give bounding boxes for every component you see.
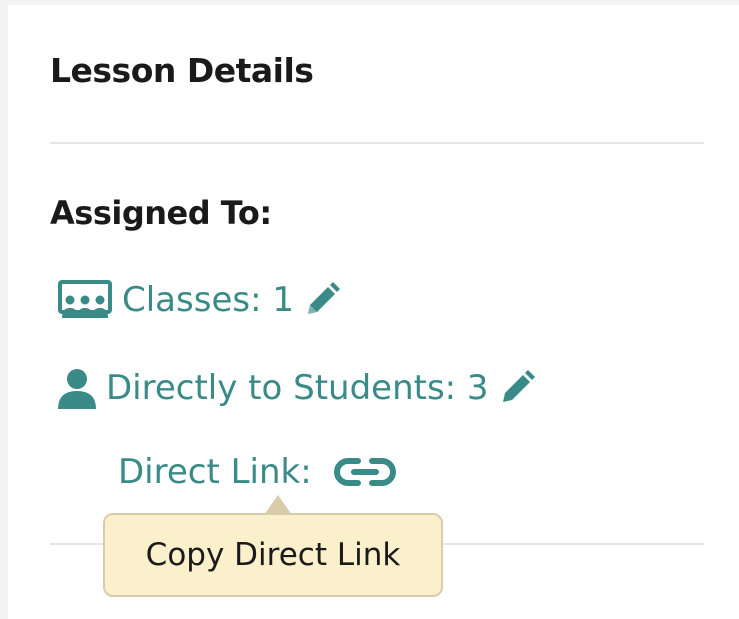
classes-assignment-link[interactable]: Classes: 1	[56, 275, 340, 325]
classes-count-label: Classes: 1	[122, 280, 294, 320]
tooltip-arrow	[264, 495, 292, 515]
divider	[50, 142, 704, 144]
tooltip-text: Copy Direct Link	[145, 537, 401, 573]
page-title: Lesson Details	[50, 51, 314, 90]
pencil-icon[interactable]	[304, 282, 340, 318]
link-icon[interactable]	[333, 457, 396, 487]
direct-link-label: Direct Link:	[118, 452, 312, 492]
direct-link-row: Direct Link:	[118, 447, 396, 497]
students-count-label: Directly to Students: 3	[106, 368, 489, 408]
copy-link-tooltip: Copy Direct Link	[103, 513, 443, 597]
lesson-details-panel: Lesson Details Assigned To: Classes: 1 D…	[8, 5, 739, 619]
classroom-icon	[56, 280, 114, 320]
assigned-to-heading: Assigned To:	[50, 194, 272, 232]
user-icon	[56, 367, 98, 409]
students-assignment-link[interactable]: Directly to Students: 3	[56, 363, 535, 413]
pencil-icon[interactable]	[499, 370, 535, 406]
